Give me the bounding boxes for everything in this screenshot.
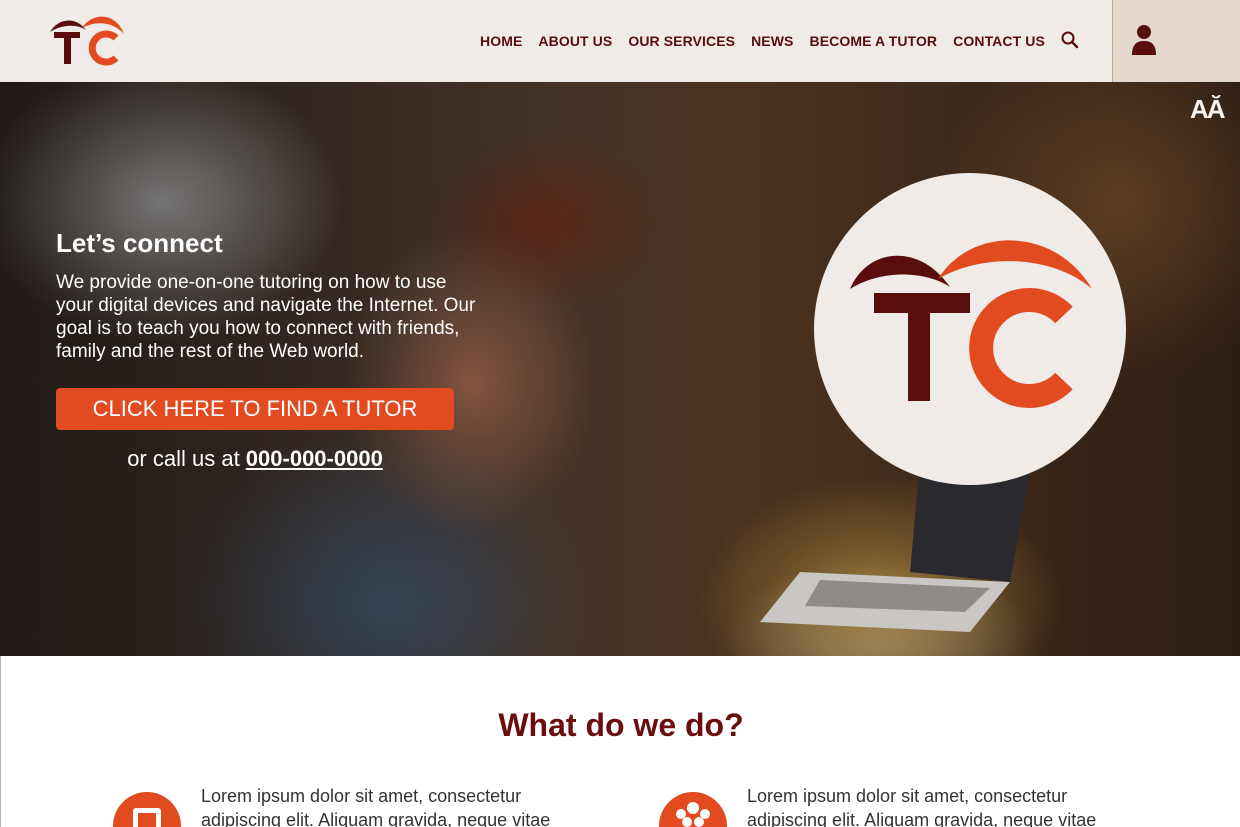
call-us-prefix: or call us at — [127, 446, 246, 471]
user-icon[interactable] — [1131, 24, 1157, 56]
nav-news-link[interactable]: NEWS — [751, 33, 793, 49]
call-us-line: or call us at 000-000-0000 — [56, 446, 454, 472]
logo[interactable] — [48, 12, 128, 68]
hero-description: We provide one-on-one tutoring on how to… — [56, 272, 476, 362]
account-panel[interactable] — [1112, 0, 1240, 82]
laptop-image — [760, 462, 1030, 632]
tc-logo-large — [850, 240, 1092, 408]
nav-home-link[interactable]: HOME — [480, 33, 522, 49]
device-icon — [113, 792, 181, 827]
find-a-tutor-button[interactable]: CLICK HERE TO FIND A TUTOR — [56, 388, 454, 430]
people-icon — [659, 792, 727, 827]
section-title: What do we do? — [498, 707, 744, 743]
main-nav: HOME ABOUT US OUR SERVICES NEWS BECOME A… — [480, 33, 1045, 49]
hero-banner: AĂ Let’s connect We provide one-on-one t… — [0, 82, 1240, 656]
nav-contact-us-link[interactable]: CONTACT US — [953, 33, 1045, 49]
nav-about-us-link[interactable]: ABOUT US — [538, 33, 612, 49]
hero-title: Let’s connect — [56, 228, 223, 258]
feature-text: Lorem ipsum dolor sit amet, consectetur … — [201, 786, 551, 827]
what-we-do-section: What do we do? Lorem ipsum dolor sit ame… — [0, 656, 1240, 827]
nav-our-services-link[interactable]: OUR SERVICES — [628, 33, 735, 49]
phone-link[interactable]: 000-000-0000 — [246, 446, 383, 471]
feature-text: Lorem ipsum dolor sit amet, consectetur … — [747, 786, 1097, 827]
site-header: HOME ABOUT US OUR SERVICES NEWS BECOME A… — [0, 0, 1240, 82]
nav-become-a-tutor-link[interactable]: BECOME A TUTOR — [809, 33, 937, 49]
logo-badge — [814, 173, 1126, 485]
search-icon[interactable] — [1060, 30, 1080, 50]
text-size-icon[interactable]: AĂ — [1190, 94, 1226, 125]
